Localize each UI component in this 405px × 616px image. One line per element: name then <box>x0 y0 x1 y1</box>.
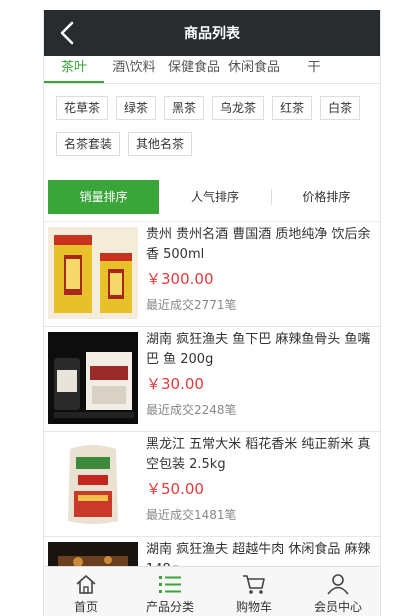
tab-drinks[interactable]: 酒\饮料 <box>104 56 164 83</box>
product-sales: 最近成交2771笔 <box>146 298 237 312</box>
tag-item[interactable]: 白茶 <box>320 96 361 120</box>
product-list: 贵州 贵州名酒 曹国酒 质地纯净 饮后余香 500ml ￥300.00 最近成交… <box>44 221 380 616</box>
product-item[interactable]: 贵州 贵州名酒 曹国酒 质地纯净 饮后余香 500ml ￥300.00 最近成交… <box>44 222 380 327</box>
tab-categories-label: 产品分类 <box>145 600 194 614</box>
tab-cart-label: 购物车 <box>235 600 272 614</box>
page-title: 商品列表 <box>184 26 240 42</box>
tab-home-label: 首页 <box>73 600 98 614</box>
product-image <box>48 227 138 319</box>
tag-item[interactable]: 绿茶 <box>116 96 157 120</box>
tab-snacks[interactable]: 休闲食品 <box>224 56 284 83</box>
product-sales: 最近成交2248笔 <box>146 403 237 417</box>
tag-item[interactable]: 红茶 <box>272 96 313 120</box>
product-item[interactable]: 黑龙江 五常大米 稻花香米 纯正新米 真空包装 2.5kg ￥50.00 最近成… <box>44 432 380 537</box>
back-button[interactable] <box>52 18 82 48</box>
sort-by-sales[interactable]: 销量排序 <box>48 180 160 214</box>
header-bar: 商品列表 <box>44 10 380 56</box>
product-price: ￥300.00 <box>146 270 214 288</box>
product-item[interactable]: 湖南 疯狂渔夫 鱼下巴 麻辣鱼骨头 鱼嘴巴 鱼 200g ￥30.00 最近成交… <box>44 327 380 432</box>
product-sales: 最近成交1481笔 <box>146 508 237 522</box>
tag-item[interactable]: 其他名茶 <box>128 132 193 156</box>
tag-item[interactable]: 名茶套装 <box>56 132 121 156</box>
product-name: 湖南 疯狂渔夫 鱼下巴 麻辣鱼骨头 鱼嘴巴 鱼 200g <box>146 332 371 367</box>
product-name: 黑龙江 五常大米 稻花香米 纯正新米 真空包装 2.5kg <box>146 437 371 472</box>
phone-screen: 商品列表 茶叶 酒\饮料 保健食品 休闲食品 干 花草茶 绿茶 黑茶 乌龙茶 红… <box>43 10 381 616</box>
tab-member-label: 会员中心 <box>313 600 362 614</box>
product-price: ￥30.00 <box>146 375 204 393</box>
product-image <box>48 437 138 529</box>
subcategory-tags: 花草茶 绿茶 黑茶 乌龙茶 红茶 白茶 名茶套装 其他名茶 <box>44 84 380 174</box>
chevron-left-icon <box>60 21 74 45</box>
cart-icon <box>243 575 265 594</box>
sort-by-price[interactable]: 价格排序 <box>270 180 380 214</box>
tab-health-food[interactable]: 保健食品 <box>164 56 224 83</box>
tab-cart[interactable]: 购物车 <box>212 567 296 616</box>
tag-item[interactable]: 乌龙茶 <box>212 96 265 120</box>
sort-by-popularity[interactable]: 人气排序 <box>159 180 270 214</box>
tab-tea[interactable]: 茶叶 <box>44 56 104 83</box>
category-tabs: 茶叶 酒\饮料 保健食品 休闲食品 干 <box>44 56 380 84</box>
tab-dry-goods[interactable]: 干 <box>284 56 344 83</box>
product-image <box>48 332 138 424</box>
tag-item[interactable]: 黑茶 <box>164 96 205 120</box>
sort-bar: 销量排序 人气排序 价格排序 <box>48 180 380 214</box>
home-icon <box>76 575 96 594</box>
tag-item[interactable]: 花草茶 <box>56 96 109 120</box>
tab-member[interactable]: 会员中心 <box>296 567 380 616</box>
product-name: 贵州 贵州名酒 曹国酒 质地纯净 饮后余香 500ml <box>146 227 371 262</box>
user-icon <box>327 574 349 595</box>
tab-categories[interactable]: 产品分类 <box>128 567 212 616</box>
category-list-icon <box>159 576 181 593</box>
tab-home[interactable]: 首页 <box>44 567 128 616</box>
bottom-tab-bar: 首页 产品分类 购物车 会员中心 <box>44 566 380 616</box>
product-price: ￥50.00 <box>146 480 204 498</box>
